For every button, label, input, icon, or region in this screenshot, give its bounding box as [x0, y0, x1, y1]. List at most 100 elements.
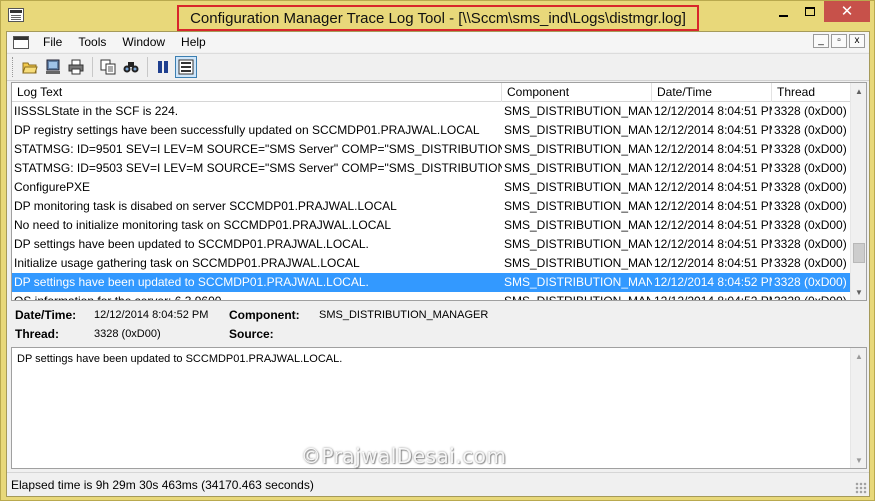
resize-grip-icon[interactable] — [855, 482, 867, 494]
log-row-thread: 3328 (0xD00) — [774, 104, 847, 118]
toolbar-separator — [147, 57, 148, 77]
window-title: Configuration Manager Trace Log Tool - [… — [190, 9, 686, 27]
log-row-thread: 3328 (0xD00) — [774, 237, 847, 251]
message-scroll-down-icon[interactable]: ▼ — [851, 452, 867, 468]
pause-icon — [158, 61, 168, 73]
menu-tools[interactable]: Tools — [70, 32, 114, 52]
menu-window[interactable]: Window — [114, 32, 173, 52]
highlight-button[interactable] — [175, 56, 197, 78]
app-window: Configuration Manager Trace Log Tool - [… — [0, 0, 875, 501]
pause-button[interactable] — [152, 56, 174, 78]
log-row[interactable]: STATMSG: ID=9501 SEV=I LEV=M SOURCE="SMS… — [12, 140, 852, 159]
mdi-minimize-button[interactable]: _ — [813, 34, 829, 48]
menu-bar: File Tools Window Help _ ▫ x — [7, 32, 869, 52]
find-button[interactable] — [120, 56, 142, 78]
log-row-text: DP settings have been updated to SCCMDP0… — [14, 275, 369, 289]
message-scroll-up-icon[interactable]: ▲ — [851, 348, 867, 364]
column-header-log-text[interactable]: Log Text — [12, 83, 502, 102]
log-row-text: STATMSG: ID=9503 SEV=I LEV=M SOURCE="SMS… — [14, 161, 502, 175]
log-row-component: SMS_DISTRIBUTION_MANA — [504, 294, 652, 301]
log-row[interactable]: ConfigurePXE SMS_DISTRIBUTION_MANA 12/12/2… — [12, 178, 852, 197]
log-row-thread: 3328 (0xD00) — [774, 218, 847, 232]
app-window-icon[interactable] — [8, 8, 24, 22]
log-row[interactable]: Initialize usage gathering task on SCCMD… — [12, 254, 852, 273]
datetime-value: 12/12/2014 8:04:52 PM — [94, 309, 209, 321]
log-row[interactable]: STATMSG: ID=9503 SEV=I LEV=M SOURCE="SMS… — [12, 159, 852, 178]
log-row-datetime: 12/12/2014 8:04:52 PM — [654, 294, 772, 301]
open-icon — [22, 62, 38, 74]
log-list[interactable]: Log Text Component Date/Time Thread IISS… — [11, 82, 867, 301]
find-icon — [123, 62, 139, 73]
log-row-thread: 3328 (0xD00) — [774, 142, 847, 156]
log-list-scrollbar[interactable]: ▲ ▼ — [850, 83, 866, 300]
open-button[interactable] — [19, 56, 41, 78]
log-row-text: IISSSLState in the SCF is 224. — [14, 104, 179, 118]
message-scrollbar[interactable]: ▲ ▼ — [850, 348, 866, 468]
title-bar[interactable]: Configuration Manager Trace Log Tool - [… — [1, 1, 874, 31]
log-row-datetime: 12/12/2014 8:04:51 PM — [654, 104, 772, 118]
menu-file[interactable]: File — [35, 32, 70, 52]
column-header-component[interactable]: Component — [502, 83, 652, 102]
log-rows: IISSSLState in the SCF is 224. SMS_DISTRI… — [12, 102, 852, 301]
datetime-label: Date/Time: — [15, 308, 77, 322]
log-row-component: SMS_DISTRIBUTION_MANA — [504, 218, 652, 232]
column-header-datetime[interactable]: Date/Time — [652, 83, 772, 102]
log-row[interactable]: OS information for the server: 6.3.9600 S… — [12, 292, 852, 301]
mdi-restore-button[interactable]: ▫ — [831, 34, 847, 48]
log-row-component: SMS_DISTRIBUTION_MANA — [504, 180, 652, 194]
maximize-icon — [805, 7, 815, 16]
print-button[interactable] — [65, 56, 87, 78]
log-row-datetime: 12/12/2014 8:04:51 PM — [654, 199, 772, 213]
log-row-text: Initialize usage gathering task on SCCMD… — [14, 256, 360, 270]
document-window-icon[interactable] — [13, 35, 29, 49]
log-list-header: Log Text Component Date/Time Thread — [12, 83, 852, 102]
print-icon — [68, 59, 84, 75]
watermark-text: ©PrajwalDesai.com — [301, 444, 507, 468]
copy-button[interactable] — [97, 56, 119, 78]
menu-help[interactable]: Help — [173, 32, 214, 52]
log-row[interactable]: IISSSLState in the SCF is 224. SMS_DISTRI… — [12, 102, 852, 121]
log-row-thread: 3328 (0xD00) — [774, 294, 847, 301]
log-row-text: DP monitoring task is disabed on server … — [14, 199, 397, 213]
log-row-text: No need to initialize monitoring task on… — [14, 218, 392, 232]
log-row[interactable]: DP settings have been updated to SCCMDP0… — [12, 273, 852, 292]
scroll-thumb[interactable] — [853, 243, 865, 263]
message-text: DP settings have been updated to SCCMDP0… — [17, 353, 343, 365]
toolbar — [7, 53, 869, 81]
close-icon: ✕ — [840, 3, 854, 20]
open-on-server-button[interactable] — [42, 56, 64, 78]
log-row-text: OS information for the server: 6.3.9600 — [14, 294, 222, 301]
log-row[interactable]: DP registry settings have been successfu… — [12, 121, 852, 140]
scroll-up-arrow-icon[interactable]: ▲ — [851, 83, 866, 99]
log-row-component: SMS_DISTRIBUTION_MANA — [504, 237, 652, 251]
copy-icon — [100, 59, 116, 75]
close-button[interactable]: ✕ — [824, 1, 870, 22]
log-row-text: DP registry settings have been successfu… — [14, 123, 480, 137]
mdi-close-button[interactable]: x — [849, 34, 865, 48]
log-row[interactable]: DP settings have been updated to SCCMDP0… — [12, 235, 852, 254]
elapsed-time-status: Elapsed time is 9h 29m 30s 463ms (34170.… — [11, 477, 314, 492]
log-row-component: SMS_DISTRIBUTION_MANA — [504, 104, 652, 118]
log-row-thread: 3328 (0xD00) — [774, 123, 847, 137]
column-header-thread[interactable]: Thread — [772, 83, 852, 102]
minimize-button[interactable] — [770, 1, 796, 22]
toolbar-grip[interactable] — [12, 57, 15, 77]
log-row-text: STATMSG: ID=9501 SEV=I LEV=M SOURCE="SMS… — [14, 142, 502, 156]
log-row-text: ConfigurePXE — [14, 180, 91, 194]
scroll-down-arrow-icon[interactable]: ▼ — [851, 284, 866, 300]
source-label: Source: — [229, 327, 274, 341]
log-row-component: SMS_DISTRIBUTION_MANA — [504, 123, 652, 137]
log-row-component: SMS_DISTRIBUTION_MANA — [504, 275, 652, 289]
log-row-text: DP settings have been updated to SCCMDP0… — [14, 237, 369, 251]
maximize-button[interactable] — [797, 1, 823, 22]
log-row-datetime: 12/12/2014 8:04:51 PM — [654, 237, 772, 251]
log-row-component: SMS_DISTRIBUTION_MANA — [504, 256, 652, 270]
highlight-icon — [178, 59, 194, 75]
log-row-datetime: 12/12/2014 8:04:51 PM — [654, 218, 772, 232]
thread-label: Thread: — [15, 327, 60, 341]
thread-value: 3328 (0xD00) — [94, 328, 161, 340]
log-row-datetime: 12/12/2014 8:04:51 PM — [654, 142, 772, 156]
log-row[interactable]: DP monitoring task is disabed on server … — [12, 197, 852, 216]
log-row[interactable]: No need to initialize monitoring task on… — [12, 216, 852, 235]
log-row-datetime: 12/12/2014 8:04:51 PM — [654, 123, 772, 137]
